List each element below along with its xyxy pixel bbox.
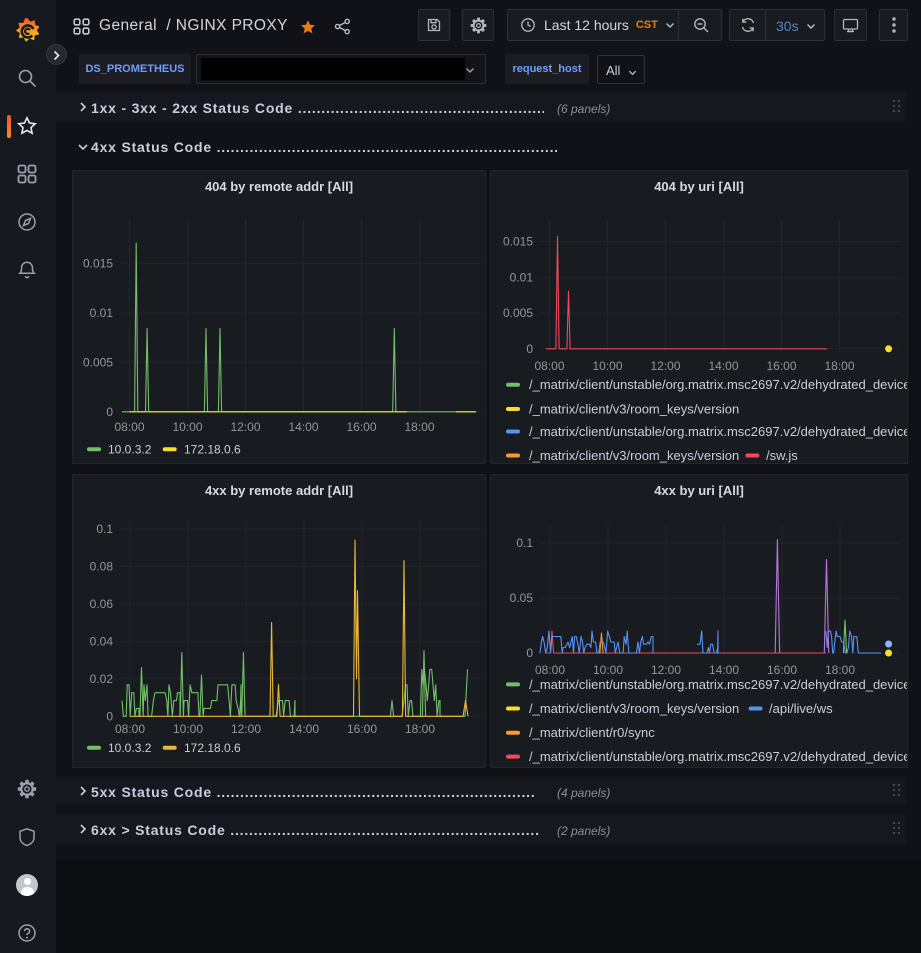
svg-text:/_matrix/client/v3/room_keys/v: /_matrix/client/v3/room_keys/version (529, 701, 739, 716)
svg-text:/_matrix/client/r0/sync: /_matrix/client/r0/sync (529, 725, 655, 740)
svg-text:0: 0 (526, 646, 533, 660)
svg-text:12:00: 12:00 (231, 722, 261, 736)
svg-text:18:00: 18:00 (824, 359, 854, 373)
svg-text:0.01: 0.01 (510, 270, 534, 284)
svg-text:172.18.0.6: 172.18.0.6 (184, 443, 241, 457)
svg-text:0.05: 0.05 (510, 591, 534, 605)
svg-text:/_matrix/client/v3/room_keys/v: /_matrix/client/v3/room_keys/version (529, 448, 739, 463)
svg-text:14:00: 14:00 (708, 359, 738, 373)
svg-text:10.0.3.2: 10.0.3.2 (108, 741, 152, 755)
svg-text:0.06: 0.06 (90, 597, 114, 611)
svg-text:/_matrix/client/unstable/org.m: /_matrix/client/unstable/org.matrix.msc2… (529, 677, 908, 692)
svg-text:10:00: 10:00 (593, 663, 623, 677)
svg-text:18:00: 18:00 (405, 722, 435, 736)
svg-text:/api/live/ws: /api/live/ws (769, 701, 833, 716)
svg-text:18:00: 18:00 (825, 663, 855, 677)
svg-text:0: 0 (106, 709, 113, 723)
svg-text:08:00: 08:00 (115, 722, 145, 736)
svg-text:10.0.3.2: 10.0.3.2 (108, 443, 152, 457)
svg-text:10:00: 10:00 (172, 420, 202, 434)
svg-text:0.005: 0.005 (503, 306, 533, 320)
svg-text:0.08: 0.08 (90, 559, 114, 573)
svg-text:12:00: 12:00 (651, 663, 681, 677)
svg-text:0.015: 0.015 (83, 257, 113, 271)
svg-text:08:00: 08:00 (534, 359, 564, 373)
svg-text:12:00: 12:00 (650, 359, 680, 373)
svg-text:172.18.0.6: 172.18.0.6 (184, 741, 241, 755)
svg-text:08:00: 08:00 (114, 420, 144, 434)
svg-text:0.005: 0.005 (83, 355, 113, 369)
svg-text:12:00: 12:00 (230, 420, 260, 434)
svg-text:/_matrix/client/unstable/org.m: /_matrix/client/unstable/org.matrix.msc2… (529, 749, 908, 764)
svg-text:0.02: 0.02 (90, 672, 114, 686)
svg-text:0: 0 (526, 342, 533, 356)
svg-text:/_matrix/client/unstable/org.m: /_matrix/client/unstable/org.matrix.msc2… (529, 377, 908, 392)
svg-text:0.04: 0.04 (90, 634, 114, 648)
svg-text:0.1: 0.1 (96, 522, 113, 536)
svg-text:16:00: 16:00 (347, 722, 377, 736)
svg-text:10:00: 10:00 (592, 359, 622, 373)
svg-text:08:00: 08:00 (535, 663, 565, 677)
svg-text:16:00: 16:00 (346, 420, 376, 434)
svg-text:10:00: 10:00 (173, 722, 203, 736)
svg-text:0.1: 0.1 (516, 536, 533, 550)
svg-text:0: 0 (106, 405, 113, 419)
svg-text:14:00: 14:00 (288, 420, 318, 434)
svg-text:0.01: 0.01 (90, 306, 114, 320)
svg-text:0.015: 0.015 (503, 235, 533, 249)
svg-text:/_matrix/client/v3/room_keys/v: /_matrix/client/v3/room_keys/version (529, 402, 739, 417)
svg-text:16:00: 16:00 (766, 359, 796, 373)
svg-text:16:00: 16:00 (767, 663, 797, 677)
svg-text:18:00: 18:00 (404, 420, 434, 434)
svg-text:14:00: 14:00 (709, 663, 739, 677)
svg-text:/_matrix/client/unstable/org.m: /_matrix/client/unstable/org.matrix.msc2… (529, 424, 908, 439)
svg-text:/sw.js: /sw.js (766, 448, 798, 463)
svg-text:14:00: 14:00 (289, 722, 319, 736)
